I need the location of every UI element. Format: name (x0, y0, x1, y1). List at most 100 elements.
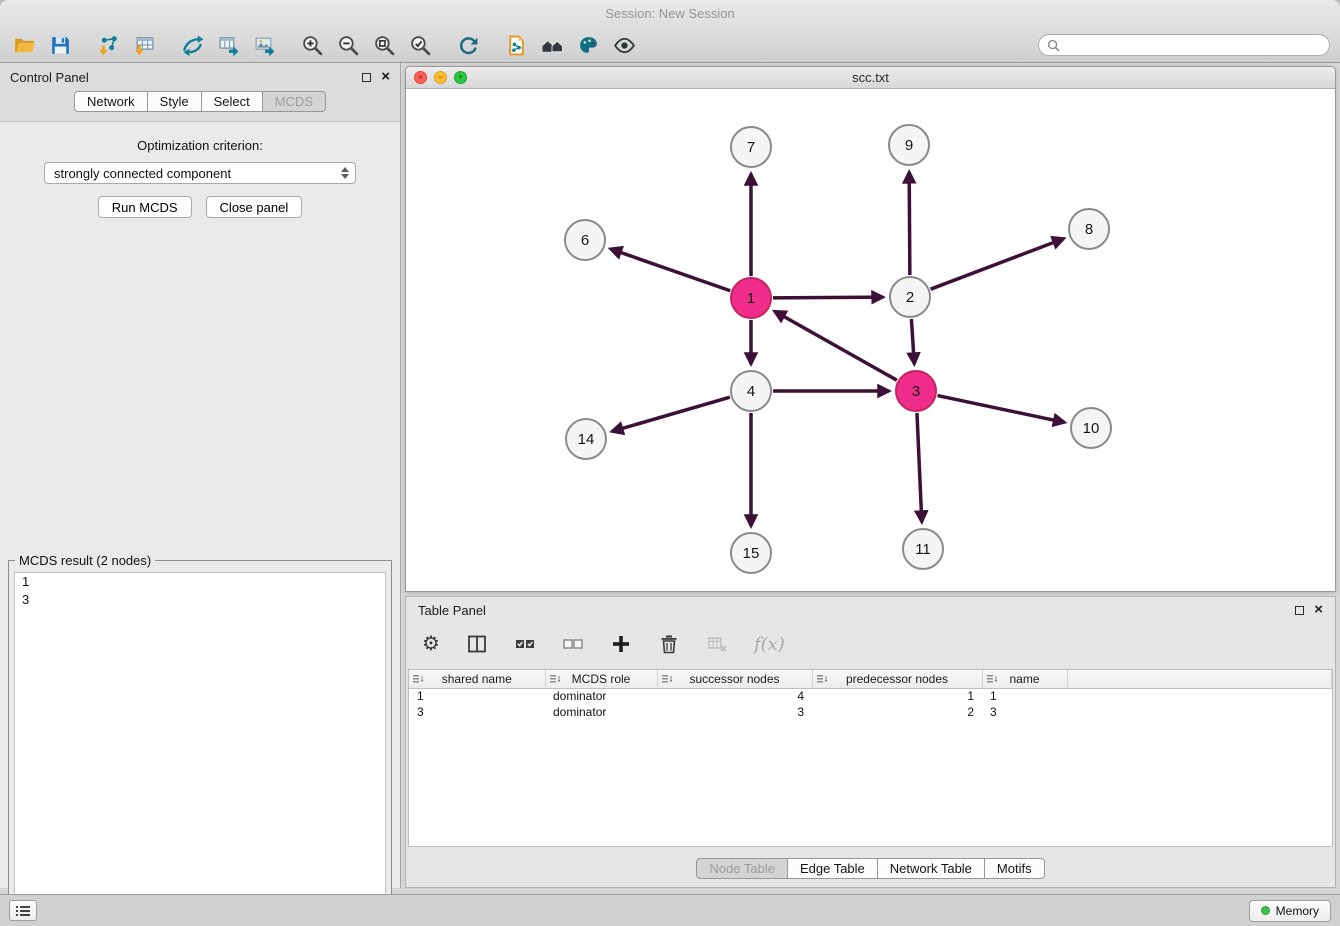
cell-shared-name[interactable]: 1 (409, 688, 545, 704)
edge-4-14[interactable] (612, 397, 730, 431)
edge-2-8[interactable] (931, 239, 1064, 290)
cell-successor-nodes[interactable]: 4 (657, 688, 812, 704)
node-15[interactable]: 15 (731, 533, 771, 573)
edge-3-1[interactable] (775, 311, 897, 380)
show-log-console-button[interactable] (9, 900, 37, 921)
tab-mcds[interactable]: MCDS (263, 91, 326, 112)
select-all-columns-icon[interactable] (514, 633, 536, 655)
refresh-view-icon[interactable] (454, 31, 482, 59)
network-overview-icon[interactable] (502, 31, 530, 59)
node-14[interactable]: 14 (566, 419, 606, 459)
edge-2-3[interactable] (911, 319, 914, 364)
table-row[interactable]: 3 dominator 3 2 3 (409, 704, 1332, 720)
delete-column-trash-icon[interactable] (658, 633, 680, 655)
table-settings-gear-icon[interactable]: ⚙ (422, 634, 440, 654)
minimize-window-icon[interactable]: − (434, 71, 447, 84)
network-graph[interactable]: 7 9 6 8 1 2 4 3 14 10 15 11 (406, 89, 1335, 591)
table-tabs: Node Table Edge Table Network Table Moti… (696, 858, 1044, 879)
tab-edge-table[interactable]: Edge Table (788, 858, 878, 879)
memory-label: Memory (1276, 904, 1319, 918)
delete-table-icon (706, 633, 728, 655)
node-3[interactable]: 3 (896, 371, 936, 411)
edge-2-9[interactable] (909, 172, 910, 275)
table-panel-title: Table Panel (418, 603, 486, 618)
cell-mcds-role[interactable]: dominator (545, 688, 657, 704)
optimization-criterion-dropdown[interactable]: strongly connected component (44, 162, 356, 184)
table-row[interactable]: 1 dominator 4 1 1 (409, 688, 1332, 704)
node-7[interactable]: 7 (731, 127, 771, 167)
svg-text:3: 3 (912, 383, 920, 400)
search-field[interactable] (1038, 34, 1330, 56)
titlebar[interactable]: Session: New Session (0, 0, 1340, 27)
node-10[interactable]: 10 (1071, 408, 1111, 448)
column-header-mcds-role[interactable]: MCDS role (545, 670, 657, 688)
column-header-predecessor-nodes[interactable]: predecessor nodes (812, 670, 982, 688)
network-window-titlebar[interactable]: × − + scc.txt (406, 67, 1335, 89)
tab-motifs[interactable]: Motifs (985, 858, 1045, 879)
zoom-fit-icon[interactable] (370, 31, 398, 59)
edge-3-10[interactable] (938, 396, 1065, 423)
control-panel-title: Control Panel (10, 70, 89, 85)
cell-name[interactable]: 3 (982, 704, 1067, 720)
zoom-selected-icon[interactable] (406, 31, 434, 59)
table-panel-maximize-icon[interactable] (1295, 606, 1304, 615)
edge-1-6[interactable] (610, 249, 730, 291)
zoom-window-icon[interactable]: + (454, 71, 467, 84)
mcds-result-group: MCDS result (2 nodes) 1 3 (8, 553, 392, 926)
result-line: 1 (15, 573, 385, 591)
column-header-name[interactable]: name (982, 670, 1067, 688)
tab-style[interactable]: Style (148, 91, 202, 112)
node-1[interactable]: 1 (731, 278, 771, 318)
search-icon (1047, 39, 1060, 52)
status-bar: Memory (0, 894, 1340, 926)
edge-3-11[interactable] (917, 413, 922, 522)
cell-name[interactable]: 1 (982, 688, 1067, 704)
edge-1-2[interactable] (773, 297, 883, 298)
node-9[interactable]: 9 (889, 125, 929, 165)
import-network-icon[interactable] (94, 31, 122, 59)
open-session-icon[interactable] (10, 31, 38, 59)
network-canvas[interactable]: 7 9 6 8 1 2 4 3 14 10 15 11 (406, 89, 1335, 591)
column-header-shared-name[interactable]: shared name (409, 670, 545, 688)
node-8[interactable]: 8 (1069, 209, 1109, 249)
search-input[interactable] (1065, 38, 1321, 53)
create-column-plus-icon[interactable] (610, 633, 632, 655)
tab-network-table[interactable]: Network Table (878, 858, 985, 879)
memory-button[interactable]: Memory (1249, 900, 1331, 922)
svg-text:7: 7 (747, 139, 755, 156)
control-panel-tabs: Network Style Select MCDS (0, 91, 400, 112)
export-table-icon[interactable] (214, 31, 242, 59)
tab-select[interactable]: Select (202, 91, 263, 112)
show-column-icon[interactable] (466, 633, 488, 655)
close-window-icon[interactable]: × (414, 71, 427, 84)
import-table-icon[interactable] (130, 31, 158, 59)
node-6[interactable]: 6 (565, 220, 605, 260)
zoom-out-icon[interactable] (334, 31, 362, 59)
show-hide-graphics-icon[interactable] (610, 31, 638, 59)
apply-style-icon[interactable] (574, 31, 602, 59)
column-header-successor-nodes[interactable]: successor nodes (657, 670, 812, 688)
cell-mcds-role[interactable]: dominator (545, 704, 657, 720)
cell-predecessor-nodes[interactable]: 1 (812, 688, 982, 704)
save-session-icon[interactable] (46, 31, 74, 59)
node-2[interactable]: 2 (890, 277, 930, 317)
cell-shared-name[interactable]: 3 (409, 704, 545, 720)
control-panel-maximize-icon[interactable] (362, 73, 371, 82)
node-11[interactable]: 11 (903, 529, 943, 569)
unselect-all-columns-icon[interactable] (562, 633, 584, 655)
close-panel-button[interactable]: Close panel (206, 196, 303, 218)
export-image-icon[interactable] (250, 31, 278, 59)
tab-network[interactable]: Network (74, 91, 148, 112)
control-panel-close-icon[interactable]: × (381, 72, 390, 82)
cell-predecessor-nodes[interactable]: 2 (812, 704, 982, 720)
cell-successor-nodes[interactable]: 3 (657, 704, 812, 720)
new-network-icon[interactable] (178, 31, 206, 59)
node-4[interactable]: 4 (731, 371, 771, 411)
zoom-in-icon[interactable] (298, 31, 326, 59)
mcds-result-box[interactable]: 1 3 (14, 572, 386, 917)
first-neighbors-icon[interactable] (538, 31, 566, 59)
run-mcds-button[interactable]: Run MCDS (98, 196, 192, 218)
tab-node-table[interactable]: Node Table (696, 858, 788, 879)
mcds-result-title: MCDS result (2 nodes) (15, 553, 155, 568)
table-panel-close-icon[interactable]: × (1314, 605, 1323, 615)
